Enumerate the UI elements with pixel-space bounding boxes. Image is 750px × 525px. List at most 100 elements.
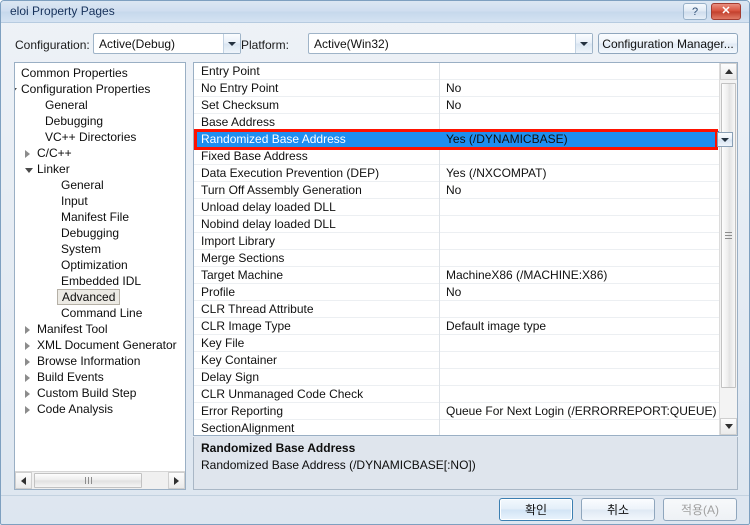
tree-item-general[interactable]: General — [15, 98, 185, 114]
tree-item-code-analysis[interactable]: Code Analysis — [15, 402, 185, 418]
property-row[interactable]: Turn Off Assembly Generation No — [194, 182, 720, 199]
tree-item-input[interactable]: Input — [15, 194, 185, 210]
collapsed-arrow-icon[interactable] — [25, 406, 30, 414]
scroll-left-button[interactable] — [15, 472, 32, 489]
tree-item-advanced[interactable]: Advanced — [15, 289, 185, 306]
configuration-manager-button[interactable]: Configuration Manager... — [598, 33, 738, 54]
property-row[interactable]: Entry Point — [194, 63, 720, 80]
tree-item-manifest-file[interactable]: Manifest File — [15, 210, 185, 226]
horizontal-scroll-thumb[interactable] — [34, 473, 142, 488]
tree-item-c-c[interactable]: C/C++ — [15, 146, 185, 162]
property-row[interactable]: CLR Image Type Default image type — [194, 318, 720, 335]
tree-item-debugging[interactable]: Debugging — [15, 226, 185, 242]
property-row[interactable]: Merge Sections — [194, 250, 720, 267]
property-row[interactable]: SectionAlignment — [194, 420, 720, 435]
property-name: Delay Sign — [201, 370, 260, 384]
property-row[interactable]: Fixed Base Address — [194, 148, 720, 165]
tree-horizontal-scrollbar[interactable] — [15, 471, 185, 489]
collapsed-arrow-icon[interactable] — [25, 150, 30, 158]
column-divider — [439, 284, 440, 301]
property-row[interactable]: Randomized Base Address Yes (/DYNAMICBASE… — [194, 131, 720, 148]
property-name: Profile — [201, 285, 236, 299]
property-name: Fixed Base Address — [201, 149, 308, 163]
configuration-dropdown-arrow[interactable] — [223, 34, 240, 53]
property-row[interactable]: CLR Thread Attribute — [194, 301, 720, 318]
column-divider — [439, 182, 440, 199]
vertical-scroll-thumb[interactable] — [721, 83, 736, 388]
tree-item-manifest-tool[interactable]: Manifest Tool — [15, 322, 185, 338]
tree-item-debugging[interactable]: Debugging — [15, 114, 185, 130]
column-divider — [439, 131, 440, 148]
property-name: Unload delay loaded DLL — [201, 200, 336, 214]
property-row[interactable]: Error Reporting Queue For Next Login (/ER… — [194, 403, 720, 420]
tree-item-common-properties[interactable]: Common Properties — [15, 66, 185, 82]
tree-item-command-line[interactable]: Command Line — [15, 306, 185, 322]
tree-item-xml-document-generator[interactable]: XML Document Generator — [15, 338, 185, 354]
property-row[interactable]: Import Library — [194, 233, 720, 250]
tree-item-optimization[interactable]: Optimization — [15, 258, 185, 274]
column-divider — [439, 199, 440, 216]
tree-item-label: Build Events — [37, 370, 104, 384]
tree-item-vc-directories[interactable]: VC++ Directories — [15, 130, 185, 146]
platform-dropdown[interactable]: Active(Win32) — [308, 33, 593, 54]
property-row[interactable]: Nobind delay loaded DLL — [194, 216, 720, 233]
scroll-right-button[interactable] — [168, 472, 185, 489]
cancel-button[interactable]: 취소 — [581, 498, 655, 521]
property-grid[interactable]: Entry Point No Entry Point No Set Checksum N… — [194, 63, 720, 435]
property-name: Data Execution Prevention (DEP) — [201, 166, 380, 180]
apply-button[interactable]: 적용(A) — [663, 498, 737, 521]
tree-item-configuration-properties[interactable]: Configuration Properties — [15, 82, 185, 98]
property-grid-panel: Entry Point No Entry Point No Set Checksum N… — [193, 62, 738, 436]
value-dropdown-button[interactable] — [717, 132, 733, 147]
ok-button[interactable]: 확인 — [499, 498, 573, 521]
property-row[interactable]: Unload delay loaded DLL — [194, 199, 720, 216]
collapsed-arrow-icon[interactable] — [25, 374, 30, 382]
property-row[interactable]: CLR Unmanaged Code Check — [194, 386, 720, 403]
collapsed-arrow-icon[interactable] — [25, 358, 30, 366]
tree-item-general[interactable]: General — [15, 178, 185, 194]
tree-item-linker[interactable]: Linker — [15, 162, 185, 178]
tree-item-system[interactable]: System — [15, 242, 185, 258]
window-title: eloi Property Pages — [10, 4, 115, 18]
property-row[interactable]: Base Address — [194, 114, 720, 131]
expanded-arrow-icon[interactable] — [25, 168, 33, 173]
chevron-down-icon — [580, 41, 588, 46]
property-row[interactable]: Delay Sign — [194, 369, 720, 386]
chevron-down-icon — [721, 137, 729, 142]
configuration-label: Configuration: — [15, 38, 90, 52]
properties-tree[interactable]: Common Properties Configuration Propertie… — [15, 63, 185, 471]
tree-item-custom-build-step[interactable]: Custom Build Step — [15, 386, 185, 402]
column-divider — [439, 114, 440, 131]
property-name: No Entry Point — [201, 81, 279, 95]
platform-dropdown-arrow[interactable] — [575, 34, 592, 53]
property-value: MachineX86 (/MACHINE:X86) — [446, 268, 608, 282]
expanded-arrow-icon[interactable] — [15, 88, 17, 93]
property-value: No — [446, 81, 462, 95]
property-name: Nobind delay loaded DLL — [201, 217, 336, 231]
property-row[interactable]: Data Execution Prevention (DEP) Yes (/NXC… — [194, 165, 720, 182]
properties-tree-panel: Common Properties Configuration Propertie… — [14, 62, 186, 490]
tree-item-build-events[interactable]: Build Events — [15, 370, 185, 386]
configuration-dropdown[interactable]: Active(Debug) — [93, 33, 241, 54]
tree-item-label: Input — [61, 194, 88, 208]
property-row[interactable]: Set Checksum No — [194, 97, 720, 114]
property-row[interactable]: No Entry Point No — [194, 80, 720, 97]
close-button[interactable]: ✕ — [711, 3, 741, 20]
property-name: SectionAlignment — [201, 421, 295, 435]
property-row[interactable]: Key File — [194, 335, 720, 352]
scroll-down-button[interactable] — [720, 418, 737, 435]
property-row[interactable]: Profile No — [194, 284, 720, 301]
tree-item-embedded-idl[interactable]: Embedded IDL — [15, 274, 185, 290]
collapsed-arrow-icon[interactable] — [25, 342, 30, 350]
column-divider — [439, 267, 440, 284]
collapsed-arrow-icon[interactable] — [25, 326, 30, 334]
collapsed-arrow-icon[interactable] — [25, 390, 30, 398]
column-divider — [439, 318, 440, 335]
tree-item-browse-information[interactable]: Browse Information — [15, 354, 185, 370]
scroll-up-button[interactable] — [720, 63, 737, 80]
help-button[interactable]: ? — [683, 3, 707, 20]
grid-vertical-scrollbar[interactable] — [719, 63, 737, 435]
property-row[interactable]: Key Container — [194, 352, 720, 369]
tree-item-label: Linker — [37, 162, 70, 176]
property-row[interactable]: Target Machine MachineX86 (/MACHINE:X86) — [194, 267, 720, 284]
